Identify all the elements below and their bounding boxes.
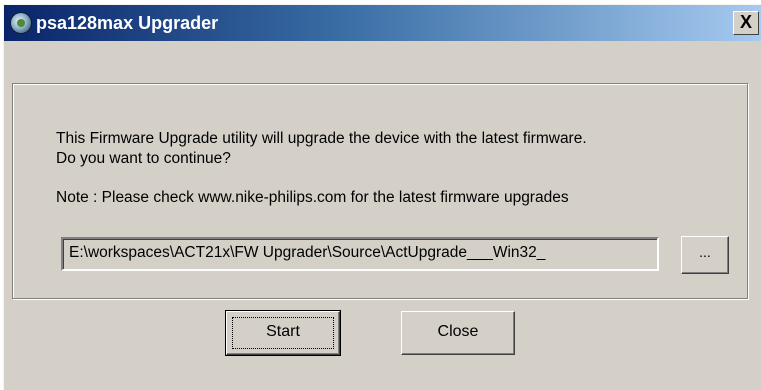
message-line-2: Do you want to continue? <box>56 150 231 167</box>
window-title: psa128max Upgrader <box>36 13 219 33</box>
close-button[interactable]: Close <box>401 311 515 355</box>
close-window-button[interactable]: X <box>733 11 759 35</box>
upgrader-window: psa128max Upgrader X This Firmware Upgra… <box>3 4 761 390</box>
message-line-1: This Firmware Upgrade utility will upgra… <box>56 130 587 147</box>
upgrade-groupbox: This Firmware Upgrade utility will upgra… <box>12 83 748 299</box>
app-icon <box>11 13 31 33</box>
close-button-label: Close <box>437 323 479 340</box>
title-bar[interactable]: psa128max Upgrader X <box>4 5 761 41</box>
firmware-path-field[interactable]: E:\workspaces\ACT21x\FW Upgrader\Source\… <box>61 237 659 271</box>
note-text: Note : Please check www.nike-philips.com… <box>56 189 569 206</box>
browse-button[interactable]: ... <box>681 236 729 274</box>
start-button[interactable]: Start <box>225 310 341 356</box>
start-button-label: Start <box>266 323 300 340</box>
